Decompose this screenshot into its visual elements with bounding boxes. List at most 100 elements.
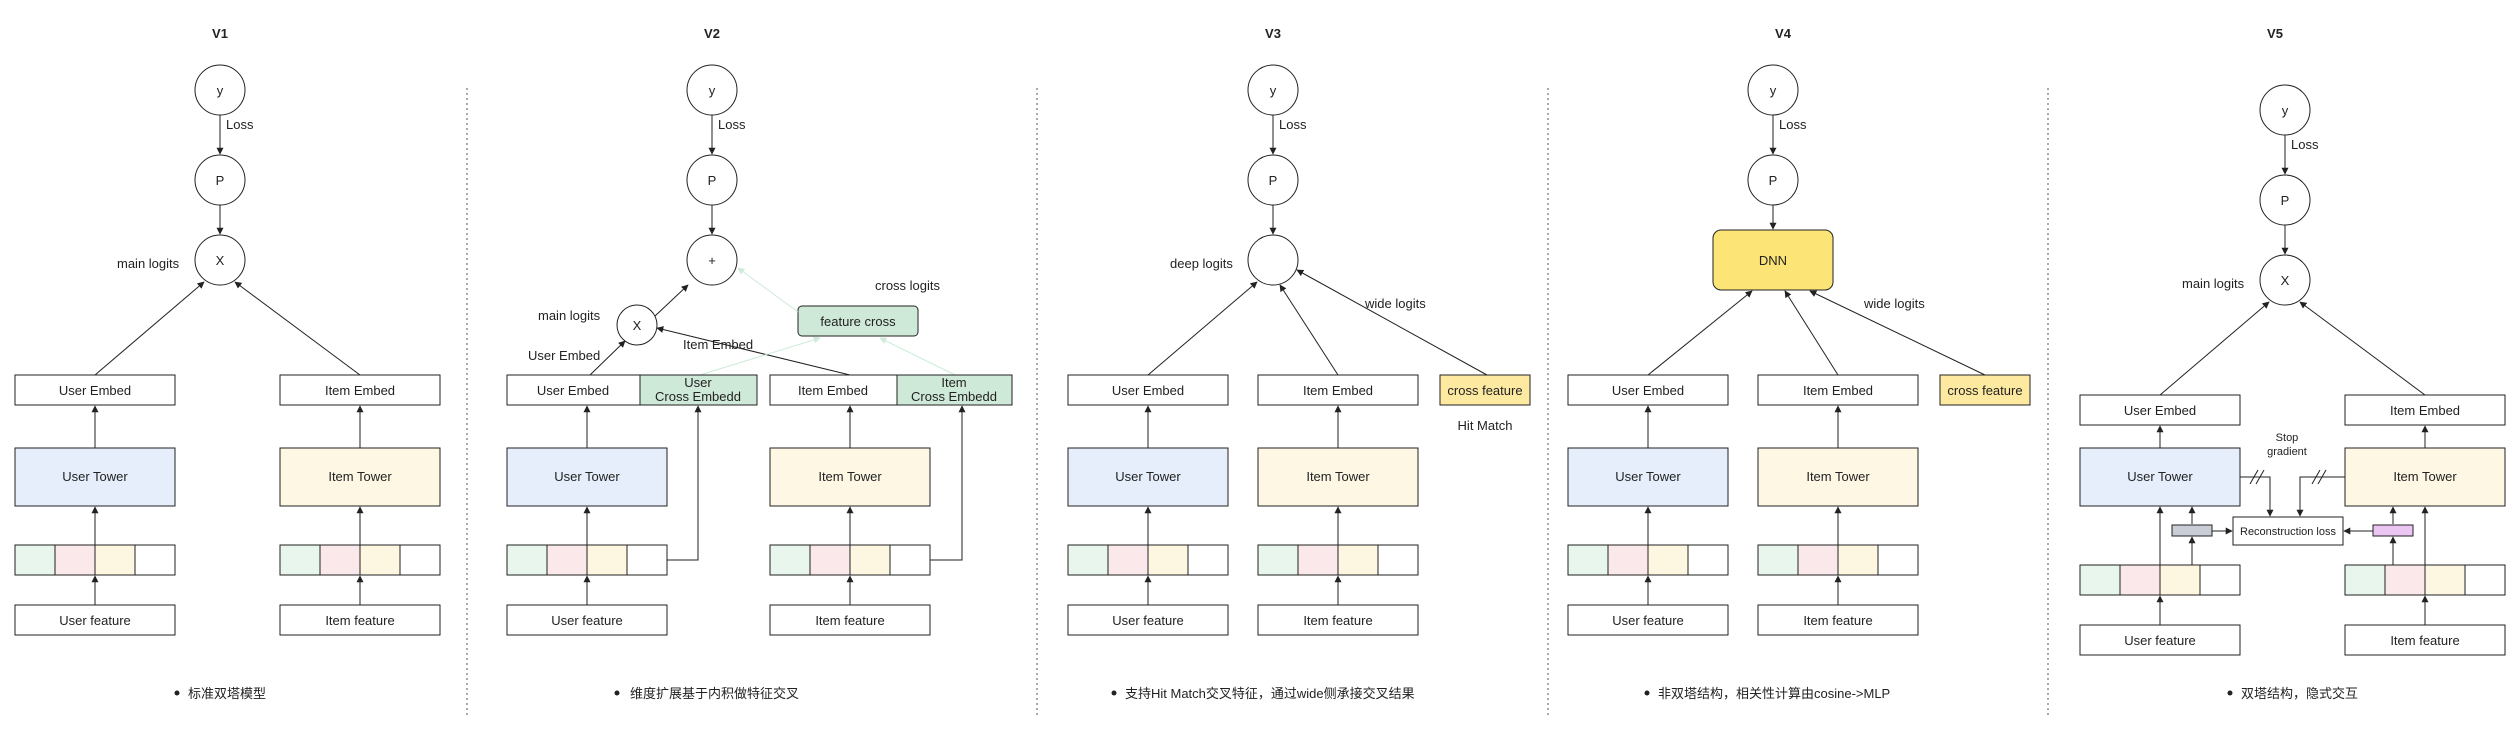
user-tower-label: User Tower (1115, 469, 1181, 484)
user-tower-label: User Tower (62, 469, 128, 484)
cross-feature-label: cross feature (1947, 383, 2022, 398)
deep-logits-label: deep logits (1170, 256, 1233, 271)
item-tower-label: Item Tower (1806, 469, 1870, 484)
prob-node-text: P (708, 173, 717, 188)
panel-v5: V5 y Loss P X main logits User Embed Ite… (2079, 26, 2506, 701)
panel-title: V4 (1775, 26, 1792, 41)
item-feature-slots (1757, 544, 1919, 576)
feature-cross-label: feature cross (820, 314, 896, 329)
label-node-text: y (709, 83, 716, 98)
panel-title: V3 (1265, 26, 1281, 41)
user-feature-slots (2079, 564, 2241, 596)
user-embed-label: User Embed (1612, 383, 1684, 398)
cross-arrow (737, 267, 799, 313)
flow-arrow (654, 284, 689, 317)
user-aux-chip (2171, 524, 2213, 537)
item-tower-label: Item Tower (1306, 469, 1370, 484)
caption: 非双塔结构，相关性计算由cosine->MLP (1658, 686, 1890, 701)
cross-feature-label: cross feature (1447, 383, 1522, 398)
user-feature-slots (14, 544, 176, 576)
panel-v3: V3 y Loss P deep logits wide logits User… (1067, 26, 1531, 701)
loss-label: Loss (1279, 117, 1307, 132)
item-embed-label: Item Embed (1803, 383, 1873, 398)
cross-logits-label: cross logits (875, 278, 941, 293)
caption: 维度扩展基于内积做特征交叉 (630, 686, 799, 701)
user-tower-label: User Tower (554, 469, 620, 484)
label-node-text: y (2282, 103, 2289, 118)
flow-arrow (1279, 284, 1339, 376)
prob-node-text: P (2281, 193, 2290, 208)
user-embed-label: User Embed (2124, 403, 2196, 418)
user-feature-slots (1067, 544, 1229, 576)
item-feature-slots (2344, 564, 2506, 596)
flow-arrow (94, 281, 205, 376)
item-feature-label: Item feature (2390, 633, 2459, 648)
bullet (614, 690, 620, 696)
sum-node-text: + (708, 253, 716, 268)
flow-arrow (1784, 290, 1839, 376)
label-node-text: y (1270, 83, 1277, 98)
user-embed-label: User Embed (1112, 383, 1184, 398)
dot-product-text: X (633, 318, 642, 333)
dnn-label: DNN (1759, 253, 1787, 268)
wide-logits-label: wide logits (1863, 296, 1925, 311)
caption: 标准双塔模型 (188, 686, 266, 701)
bullet (1111, 690, 1117, 696)
item-tower-label: Item Tower (818, 469, 882, 484)
user-feature-label: User feature (1112, 613, 1184, 628)
user-feature-slots (506, 544, 668, 576)
bullet (1644, 690, 1650, 696)
loss-label: Loss (226, 117, 254, 132)
user-embed-arrow-label: User Embed (528, 348, 600, 363)
bullet (174, 690, 180, 696)
item-feature-slots (279, 544, 441, 576)
user-tower-label: User Tower (2127, 469, 2193, 484)
user-feature-label: User feature (59, 613, 131, 628)
flow-arrow (1647, 290, 1753, 376)
item-cross-embed-label: Item (941, 375, 966, 390)
prob-node-text: P (1269, 173, 1278, 188)
merge-node (1247, 234, 1299, 286)
flow-arrow (2159, 301, 2270, 396)
item-tower-label: Item Tower (328, 469, 392, 484)
item-feature-slots (769, 544, 931, 576)
main-logits-label: main logits (538, 308, 601, 323)
stop-gradient-label-2: gradient (2267, 446, 2307, 458)
user-feature-slots (1567, 544, 1729, 576)
item-embed-label: Item Embed (1303, 383, 1373, 398)
user-feature-label: User feature (2124, 633, 2196, 648)
flow-arrow (234, 281, 361, 376)
item-tower-label: Item Tower (2393, 469, 2457, 484)
item-aux-chip (2372, 524, 2414, 537)
item-cross-embed-label-2: Cross Embedd (911, 389, 997, 404)
hit-match-label: Hit Match (1458, 418, 1513, 433)
label-node-text: y (217, 83, 224, 98)
panel-v2: V2 y Loss P + X main logits User Embed I… (506, 26, 1013, 701)
flow-arrow (1147, 281, 1258, 376)
loss-label: Loss (1779, 117, 1807, 132)
user-tower-label: User Tower (1615, 469, 1681, 484)
panel-v4: V4 y Loss P DNN wide logits User Embed I… (1567, 26, 2031, 701)
stop-gradient-label: Stop (2276, 432, 2299, 444)
item-feature-label: Item feature (1803, 613, 1872, 628)
item-feature-slots (1257, 544, 1419, 576)
diagram-canvas: V1 y Loss P X main logits User Embed Ite… (14, 26, 2506, 715)
flow-arrow (2299, 301, 2426, 396)
panel-title: V2 (704, 26, 720, 41)
bullet (2227, 690, 2233, 696)
loss-label: Loss (2291, 137, 2319, 152)
item-embed-label: Item Embed (2390, 403, 2460, 418)
cross-feature-path (667, 405, 702, 561)
cross-feature-path (930, 405, 966, 561)
dot-product-text: X (2281, 273, 2290, 288)
prob-node-text: P (216, 173, 225, 188)
main-logits-label: main logits (117, 256, 180, 271)
stop-gradient-path (2296, 476, 2345, 517)
flow-arrow (1296, 269, 1488, 376)
stop-gradient-path (2240, 476, 2274, 517)
label-node-text: y (1770, 83, 1777, 98)
user-embed-label: User Embed (59, 383, 131, 398)
dot-product-text: X (216, 253, 225, 268)
panel-title: V5 (2267, 26, 2283, 41)
prob-node-text: P (1769, 173, 1778, 188)
